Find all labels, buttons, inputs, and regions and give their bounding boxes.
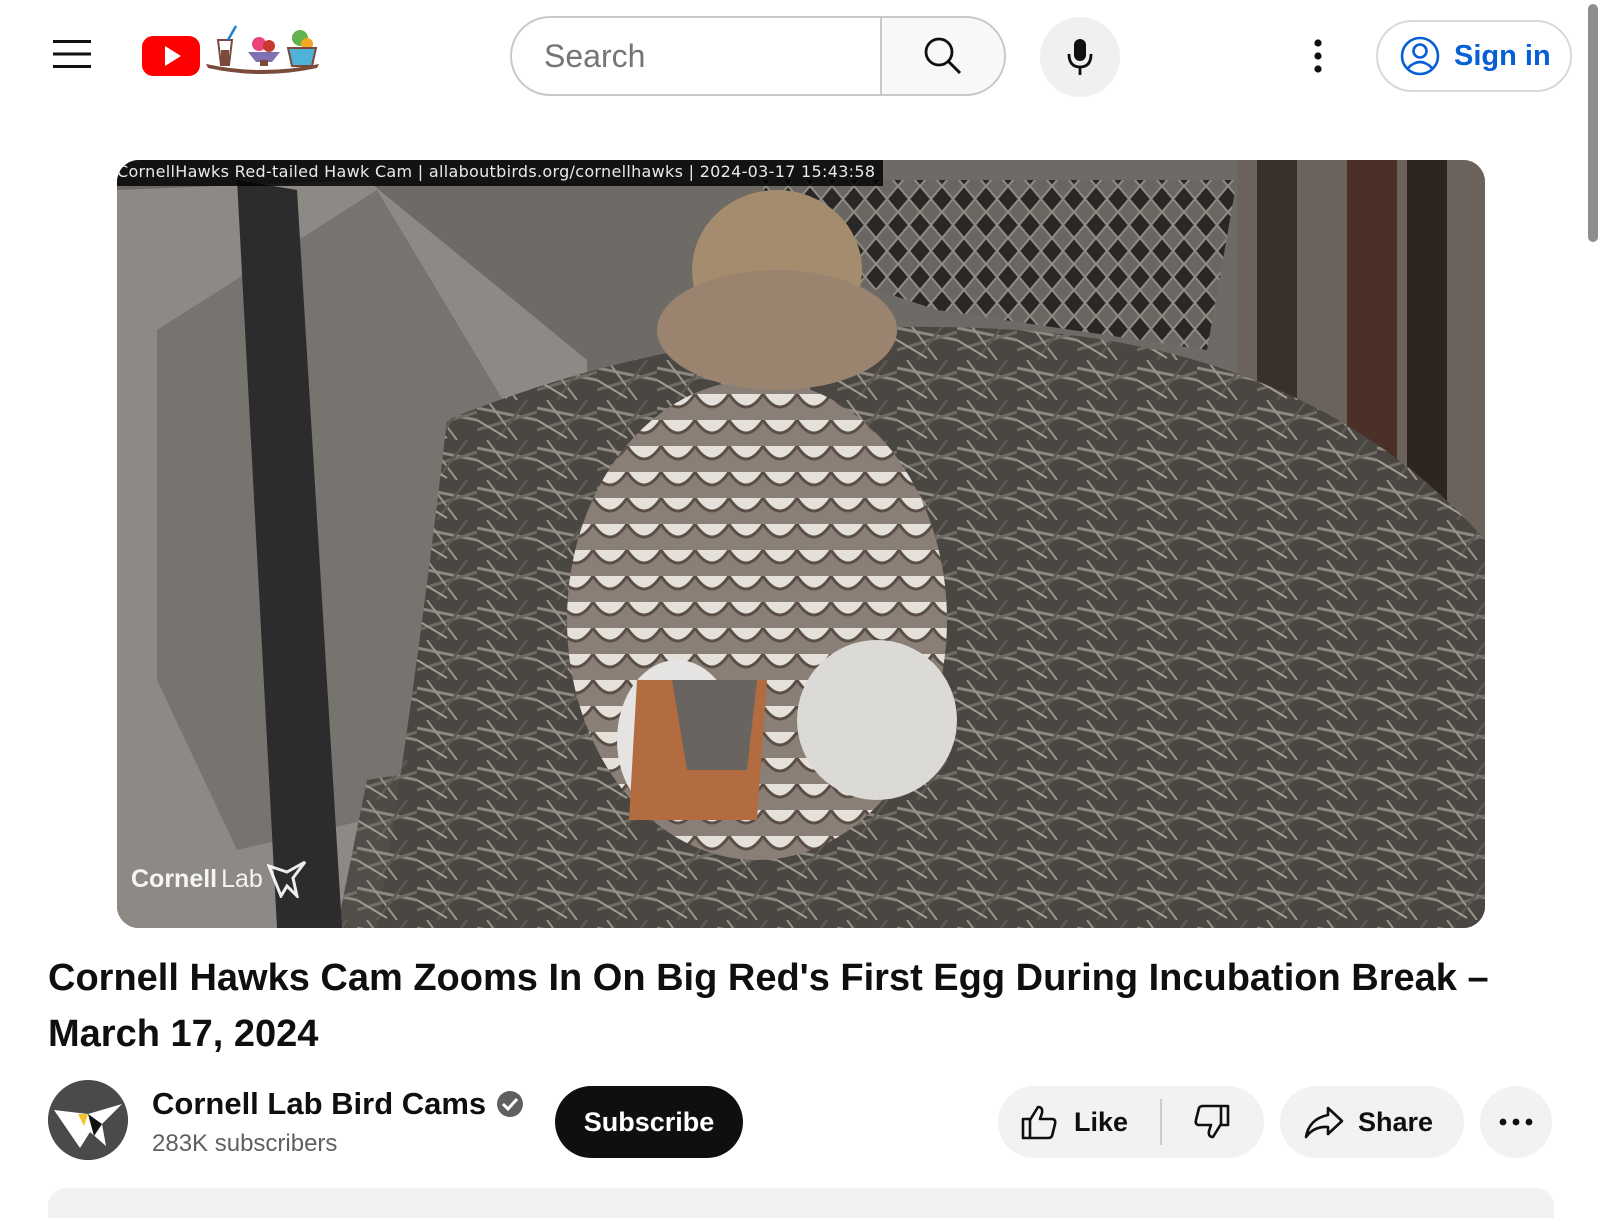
youtube-logo[interactable] — [142, 24, 327, 76]
thumbs-down-icon — [1194, 1104, 1230, 1139]
cornell-bird-avatar-icon — [48, 1080, 128, 1160]
hamburger-menu-icon — [53, 40, 91, 68]
search-input[interactable] — [544, 37, 854, 75]
sign-in-button[interactable]: Sign in — [1376, 20, 1572, 92]
dislike-button[interactable] — [1162, 1086, 1262, 1158]
share-arrow-icon — [1304, 1106, 1344, 1139]
like-dislike-group: Like — [998, 1086, 1264, 1158]
search-box[interactable] — [510, 16, 882, 96]
description-box[interactable] — [48, 1188, 1554, 1218]
vertical-dots-icon — [1314, 39, 1322, 73]
subscriber-count: 283K subscribers — [152, 1130, 338, 1157]
masthead: Sign in — [0, 0, 1600, 115]
voice-search-button[interactable] — [1040, 17, 1120, 97]
search-button[interactable] — [880, 16, 1006, 96]
bird-logo-icon — [266, 860, 307, 898]
camera-overlay-caption: CornellHawks Red-tailed Hawk Cam | allab… — [117, 160, 884, 186]
video-player[interactable]: CornellHawks Red-tailed Hawk Cam | allab… — [117, 160, 1485, 928]
video-title: Cornell Hawks Cam Zooms In On Big Red's … — [48, 957, 1489, 1055]
channel-name[interactable]: Cornell Lab Bird Cams — [152, 1086, 524, 1122]
share-label: Share — [1358, 1106, 1434, 1137]
more-actions-button[interactable] — [1480, 1086, 1552, 1158]
microphone-icon — [1067, 39, 1093, 75]
search-icon — [924, 37, 962, 75]
subscribe-button[interactable]: Subscribe — [555, 1086, 743, 1158]
video-frame — [117, 160, 1485, 928]
like-button[interactable]: Like — [998, 1086, 1160, 1158]
horizontal-dots-icon — [1499, 1118, 1533, 1126]
channel-name-text[interactable]: Cornell Lab Bird Cams — [152, 1086, 486, 1122]
guide-menu-button[interactable] — [40, 22, 104, 86]
cornell-lab-watermark: Cornell Lab — [131, 860, 307, 898]
verified-badge-icon — [497, 1091, 524, 1117]
sign-in-label: Sign in — [1454, 39, 1551, 72]
share-button[interactable]: Share — [1280, 1086, 1464, 1158]
thumbs-up-icon — [1021, 1105, 1057, 1140]
settings-more-button[interactable] — [1286, 24, 1350, 88]
channel-avatar[interactable] — [48, 1080, 128, 1160]
like-label: Like — [1074, 1106, 1129, 1137]
page-scrollbar[interactable] — [1586, 0, 1600, 1200]
scrollbar-thumb[interactable] — [1588, 4, 1598, 242]
account-circle-icon — [1400, 36, 1440, 76]
